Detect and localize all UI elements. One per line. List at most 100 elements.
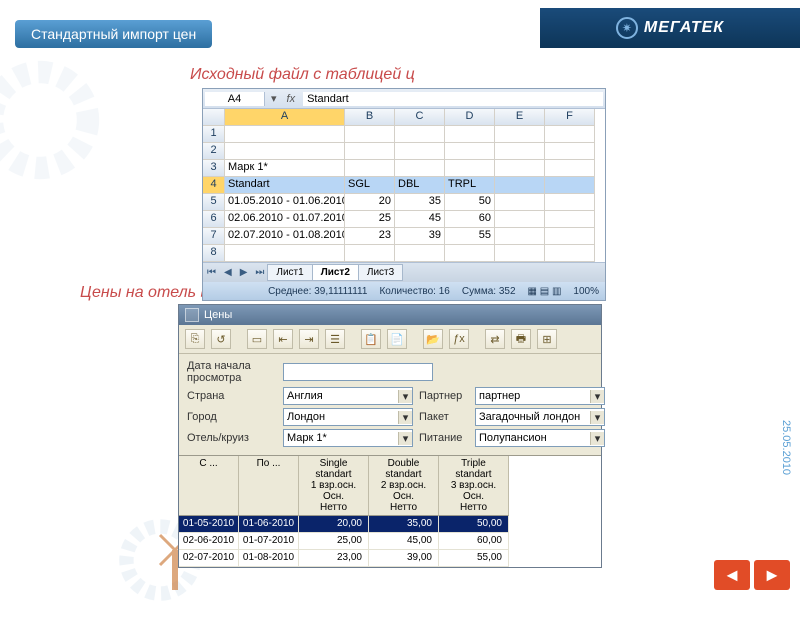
cell[interactable] xyxy=(545,194,595,211)
row-header[interactable]: 6 xyxy=(203,211,225,228)
cell[interactable] xyxy=(225,245,345,262)
toolbar-button[interactable]: ↺ xyxy=(211,329,231,349)
toolbar-button[interactable]: 📄 xyxy=(387,329,407,349)
price-cell[interactable]: 01-06-2010 xyxy=(239,516,299,533)
cell[interactable] xyxy=(345,126,395,143)
cell[interactable] xyxy=(395,245,445,262)
date-input[interactable] xyxy=(283,363,433,381)
toolbar-button[interactable]: 📂 xyxy=(423,329,443,349)
col-header[interactable]: F xyxy=(545,109,595,126)
price-cell[interactable]: 25,00 xyxy=(299,533,369,550)
tab-nav-prev[interactable]: ◀ xyxy=(220,267,236,278)
hotel-select[interactable]: Марк 1*▾ xyxy=(283,429,413,447)
toolbar-button[interactable]: 🖶 xyxy=(511,329,531,349)
cell[interactable]: 25 xyxy=(345,211,395,228)
nav-next-button[interactable]: ► xyxy=(754,560,790,590)
view-icons[interactable]: ▦ ▤ ▥ xyxy=(528,286,562,297)
toolbar-button[interactable]: 📋 xyxy=(361,329,381,349)
dropdown-icon[interactable]: ▾ xyxy=(267,92,281,105)
cell[interactable] xyxy=(545,143,595,160)
cell[interactable] xyxy=(495,160,545,177)
cell[interactable] xyxy=(495,194,545,211)
cell[interactable] xyxy=(545,177,595,194)
tab-nav-first[interactable]: ⏮ xyxy=(203,267,220,278)
toolbar-button[interactable]: ⇥ xyxy=(299,329,319,349)
price-cell[interactable]: 50,00 xyxy=(439,516,509,533)
prices-grid[interactable]: С ... По ... Single standart 1 взр.осн. … xyxy=(179,455,601,567)
col-header[interactable]: D xyxy=(445,109,495,126)
row-header[interactable]: 8 xyxy=(203,245,225,262)
cell[interactable] xyxy=(445,126,495,143)
cell[interactable]: 02.07.2010 - 01.08.2010 xyxy=(225,228,345,245)
cell[interactable]: TRPL xyxy=(445,177,495,194)
toolbar-button[interactable]: ƒx xyxy=(449,329,469,349)
cell[interactable] xyxy=(225,126,345,143)
zoom-level[interactable]: 100% xyxy=(573,286,599,297)
cell[interactable] xyxy=(545,211,595,228)
tab-nav-last[interactable]: ⏭ xyxy=(251,267,268,278)
cell[interactable]: DBL xyxy=(395,177,445,194)
cell[interactable] xyxy=(545,160,595,177)
cell[interactable] xyxy=(545,245,595,262)
nav-prev-button[interactable]: ◄ xyxy=(714,560,750,590)
packet-select[interactable]: Загадочный лондон▾ xyxy=(475,408,605,426)
col-to[interactable]: По ... xyxy=(239,456,299,516)
row-header[interactable]: 4 xyxy=(203,177,225,194)
col-triple[interactable]: Triple standart 3 взр.осн. Осн. Нетто xyxy=(439,456,509,516)
cell[interactable]: 55 xyxy=(445,228,495,245)
toolbar-button[interactable]: ☰ xyxy=(325,329,345,349)
cell[interactable] xyxy=(445,160,495,177)
cell[interactable] xyxy=(495,228,545,245)
cell[interactable] xyxy=(495,126,545,143)
toolbar-button[interactable]: ⇤ xyxy=(273,329,293,349)
price-cell[interactable]: 20,00 xyxy=(299,516,369,533)
row-header[interactable]: 5 xyxy=(203,194,225,211)
cell[interactable] xyxy=(445,143,495,160)
row-header[interactable]: 3 xyxy=(203,160,225,177)
row-header[interactable]: 1 xyxy=(203,126,225,143)
col-header[interactable]: E xyxy=(495,109,545,126)
toolbar-button[interactable]: ⊞ xyxy=(537,329,557,349)
cell[interactable] xyxy=(445,245,495,262)
price-cell[interactable]: 60,00 xyxy=(439,533,509,550)
cell[interactable] xyxy=(345,160,395,177)
partner-select[interactable]: партнер▾ xyxy=(475,387,605,405)
cell[interactable] xyxy=(495,211,545,228)
cell[interactable] xyxy=(345,245,395,262)
country-select[interactable]: Англия▾ xyxy=(283,387,413,405)
window-titlebar[interactable]: Цены xyxy=(179,305,601,325)
tab-nav-next[interactable]: ▶ xyxy=(236,267,252,278)
cell[interactable]: Марк 1* xyxy=(225,160,345,177)
col-single[interactable]: Single standart 1 взр.осн. Осн. Нетто xyxy=(299,456,369,516)
cell[interactable] xyxy=(495,143,545,160)
city-select[interactable]: Лондон▾ xyxy=(283,408,413,426)
sheet-tab[interactable]: Лист2 xyxy=(312,264,359,281)
price-cell[interactable]: 35,00 xyxy=(369,516,439,533)
price-cell[interactable]: 01-07-2010 xyxy=(239,533,299,550)
cell[interactable] xyxy=(395,126,445,143)
cell[interactable]: 50 xyxy=(445,194,495,211)
cell[interactable]: 35 xyxy=(395,194,445,211)
cell[interactable]: 39 xyxy=(395,228,445,245)
toolbar-button[interactable]: ⇄ xyxy=(485,329,505,349)
sheet-tab[interactable]: Лист1 xyxy=(267,264,312,281)
col-from[interactable]: С ... xyxy=(179,456,239,516)
meal-select[interactable]: Полупансион▾ xyxy=(475,429,605,447)
row-header[interactable]: 7 xyxy=(203,228,225,245)
col-header[interactable]: B xyxy=(345,109,395,126)
cell[interactable] xyxy=(495,245,545,262)
cell[interactable] xyxy=(495,177,545,194)
cell[interactable]: Standart xyxy=(225,177,345,194)
cell[interactable]: 01.05.2010 - 01.06.2010 xyxy=(225,194,345,211)
col-header[interactable]: C xyxy=(395,109,445,126)
price-cell[interactable]: 39,00 xyxy=(369,550,439,567)
col-header[interactable]: A xyxy=(225,109,345,126)
excel-namebox[interactable]: A4 xyxy=(205,92,265,106)
cell[interactable]: 23 xyxy=(345,228,395,245)
price-cell[interactable]: 02-06-2010 xyxy=(179,533,239,550)
fx-icon[interactable]: fx xyxy=(281,93,302,105)
cell[interactable] xyxy=(395,160,445,177)
cell[interactable] xyxy=(225,143,345,160)
price-cell[interactable]: 01-05-2010 xyxy=(179,516,239,533)
price-cell[interactable]: 01-08-2010 xyxy=(239,550,299,567)
